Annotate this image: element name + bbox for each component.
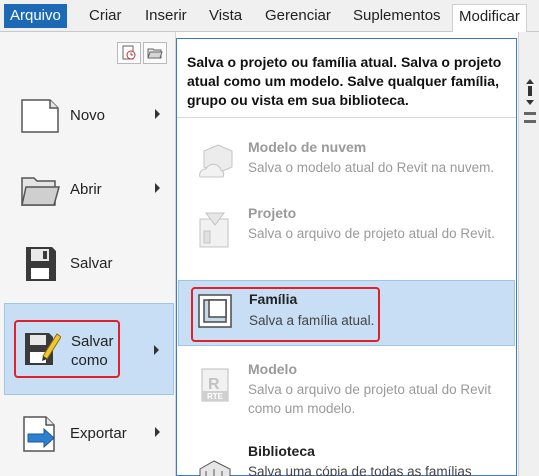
tab-inserir[interactable]: Inserir (139, 4, 193, 28)
menu-item-label: Novo (70, 107, 106, 124)
annotation-highlight-box (191, 287, 380, 342)
template-rte-icon: R RTE (201, 368, 229, 402)
save-as-submenu-panel: Salva o projeto ou família atual. Salva … (176, 38, 517, 476)
option-description: Salva o arquivo de projeto atual do Revi… (248, 382, 492, 416)
recent-documents-icon (122, 45, 136, 60)
application-menu-left: Novo Abrir Salvar Salvar como Exportar (0, 32, 176, 476)
new-document-icon (21, 99, 59, 133)
open-documents-button[interactable] (143, 42, 167, 64)
open-documents-icon (147, 48, 163, 59)
option-familia[interactable]: Família Salva a família atual. (178, 280, 515, 346)
tab-gerenciar[interactable]: Gerenciar (259, 4, 337, 28)
floppy-disk-icon (26, 247, 56, 281)
recent-documents-toolbar (117, 42, 167, 64)
svg-text:R: R (208, 376, 220, 393)
submenu-arrow-icon (155, 183, 160, 193)
menu-item-label: Salvar (70, 255, 113, 272)
menu-item-label: Exportar (70, 425, 127, 442)
option-description: Salva o arquivo de projeto atual do Revi… (248, 226, 495, 241)
tab-arquivo[interactable]: Arquivo (4, 4, 67, 28)
menu-item-salvar-como[interactable]: Salvar como (4, 303, 174, 395)
tab-criar[interactable]: Criar (83, 4, 128, 28)
option-projeto[interactable]: Projeto Salva o arquivo de projeto atual… (178, 201, 515, 273)
menu-item-abrir[interactable]: Abrir (4, 156, 174, 224)
option-biblioteca[interactable]: Biblioteca Salva uma cópia de todas as f… (178, 439, 515, 476)
annotation-highlight-box (14, 320, 120, 378)
option-title: Projeto (248, 205, 297, 221)
menu-item-exportar[interactable]: Exportar (4, 400, 174, 468)
ribbon-tab-bar: Arquivo Criar Inserir Vista Gerenciar Su… (0, 0, 539, 32)
option-title: Biblioteca (248, 443, 315, 459)
svg-text:RTE: RTE (207, 392, 224, 401)
library-icon (199, 460, 231, 476)
tab-vista[interactable]: Vista (203, 4, 248, 28)
ribbon-edge-icon (524, 79, 536, 123)
option-modelo[interactable]: R RTE Modelo Salva o arquivo de projeto … (178, 357, 515, 429)
menu-item-label: Abrir (70, 181, 102, 198)
submenu-arrow-icon (154, 345, 159, 355)
option-title: Modelo de nuvem (248, 139, 367, 155)
menu-item-salvar[interactable]: Salvar (4, 230, 174, 298)
option-description: Salva o modelo atual do Revit na nuvem. (248, 160, 495, 175)
option-title: Modelo (248, 361, 297, 377)
option-description: Salva uma cópia de todas as famílias (248, 464, 472, 476)
option-modelo-de-nuvem[interactable]: Modelo de nuvem Salva o modelo atual do … (178, 135, 515, 191)
project-icon (199, 212, 229, 248)
folder-open-icon (21, 177, 60, 206)
panel-description: Salva o projeto ou família atual. Salva … (187, 54, 502, 108)
menu-item-novo[interactable]: Novo (4, 82, 174, 150)
cloud-model-icon (199, 144, 233, 178)
panel-divider (177, 117, 516, 118)
export-icon (23, 416, 55, 452)
tab-suplementos[interactable]: Suplementos (347, 4, 447, 28)
recent-documents-button[interactable] (117, 42, 141, 64)
submenu-arrow-icon (155, 427, 160, 437)
submenu-arrow-icon (155, 109, 160, 119)
tab-modificar[interactable]: Modificar (452, 4, 527, 32)
ribbon-edge-strip (518, 32, 539, 476)
